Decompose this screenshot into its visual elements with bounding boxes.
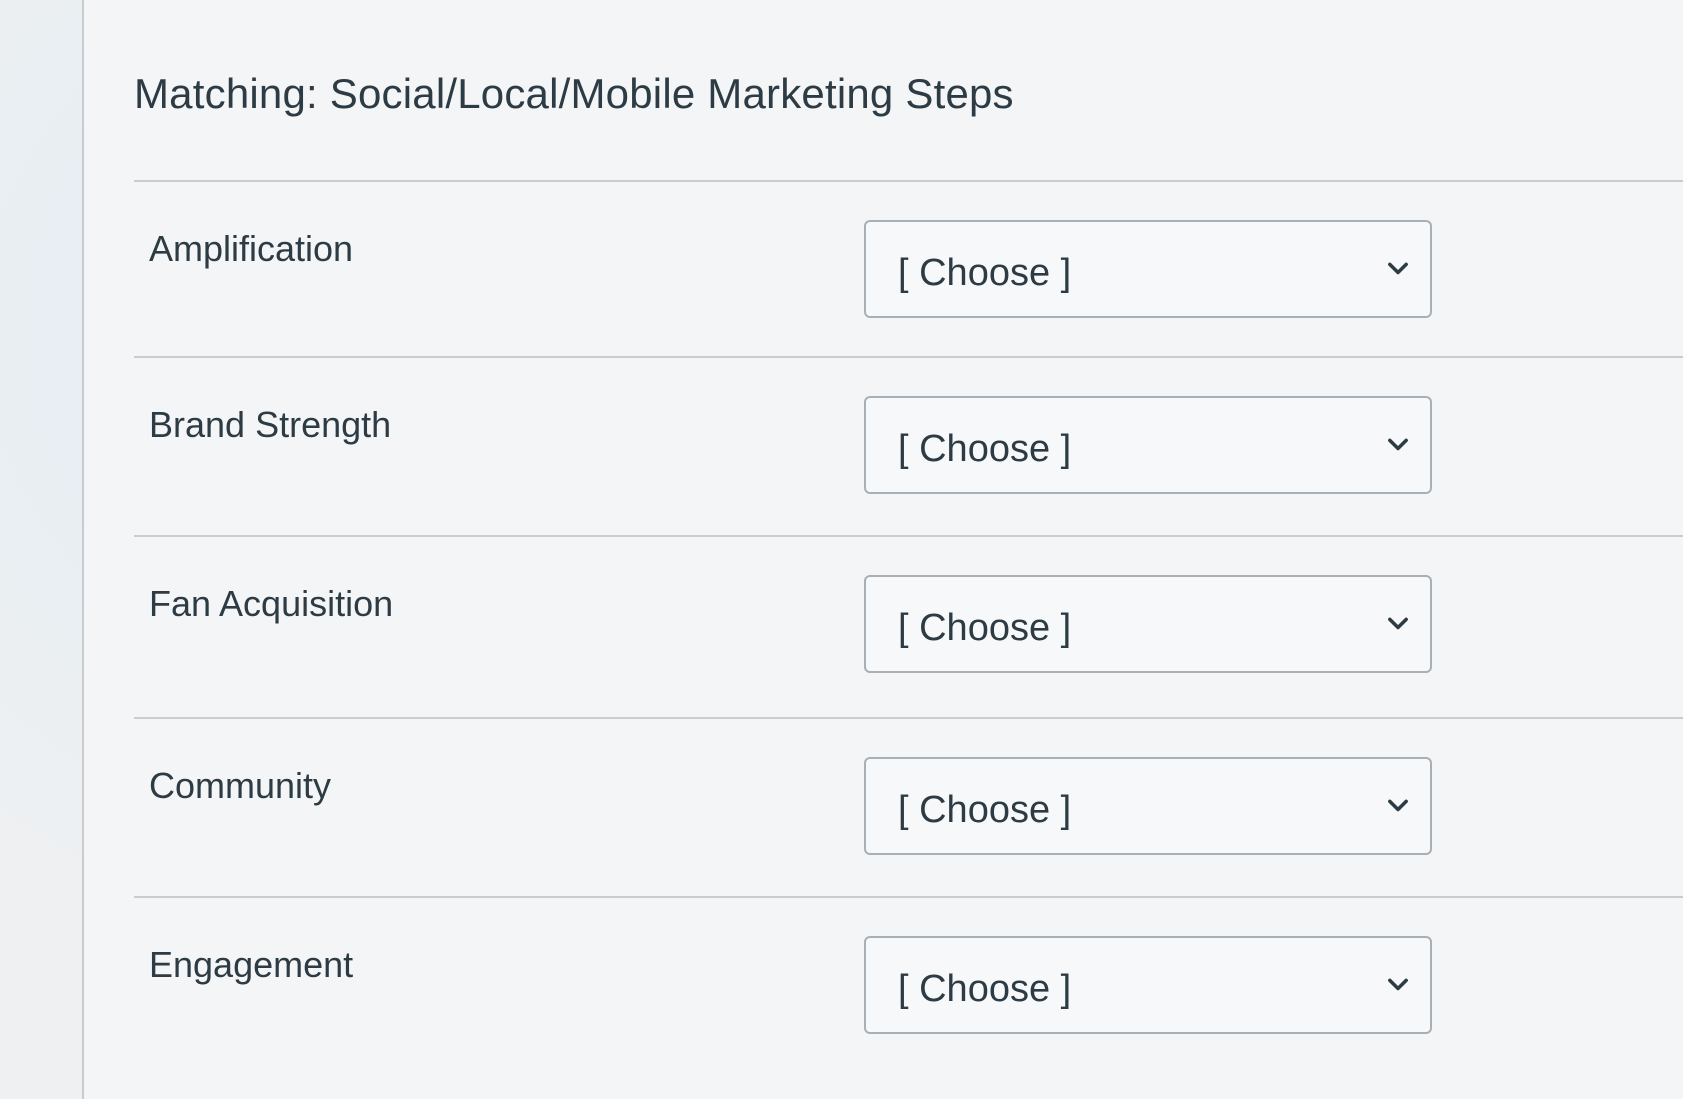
match-row-brand-strength: Brand Strength [ Choose ] xyxy=(134,358,1683,538)
match-row-community: Community [ Choose ] xyxy=(134,719,1683,899)
chevron-down-icon xyxy=(1388,617,1408,630)
match-row-amplification: Amplification [ Choose ] xyxy=(134,182,1683,362)
select-value: [ Choose ] xyxy=(898,789,1072,831)
answer-select-amplification[interactable]: [ Choose ] xyxy=(864,220,1432,318)
match-label: Fan Acquisition xyxy=(149,583,394,624)
chevron-down-icon xyxy=(1388,978,1408,991)
chevron-down-icon xyxy=(1388,262,1408,275)
answer-select-fan-acquisition[interactable]: [ Choose ] xyxy=(864,575,1432,673)
answer-select-community[interactable]: [ Choose ] xyxy=(864,757,1432,855)
chevron-down-icon xyxy=(1388,438,1408,451)
match-row-engagement: Engagement [ Choose ] xyxy=(134,898,1683,1078)
select-value: [ Choose ] xyxy=(898,607,1072,649)
answer-select-engagement[interactable]: [ Choose ] xyxy=(864,936,1432,1034)
question-card: Matching: Social/Local/Mobile Marketing … xyxy=(82,0,1683,1099)
match-label: Brand Strength xyxy=(149,404,392,445)
answer-select-brand-strength[interactable]: [ Choose ] xyxy=(864,396,1432,494)
match-label: Engagement xyxy=(149,944,354,985)
chevron-down-icon xyxy=(1388,799,1408,812)
select-value: [ Choose ] xyxy=(898,968,1072,1010)
select-value: [ Choose ] xyxy=(898,428,1072,470)
select-value: [ Choose ] xyxy=(898,252,1072,294)
question-title: Matching: Social/Local/Mobile Marketing … xyxy=(134,70,1014,117)
match-label: Amplification xyxy=(149,228,354,269)
match-label: Community xyxy=(149,765,332,806)
match-row-fan-acquisition: Fan Acquisition [ Choose ] xyxy=(134,537,1683,717)
